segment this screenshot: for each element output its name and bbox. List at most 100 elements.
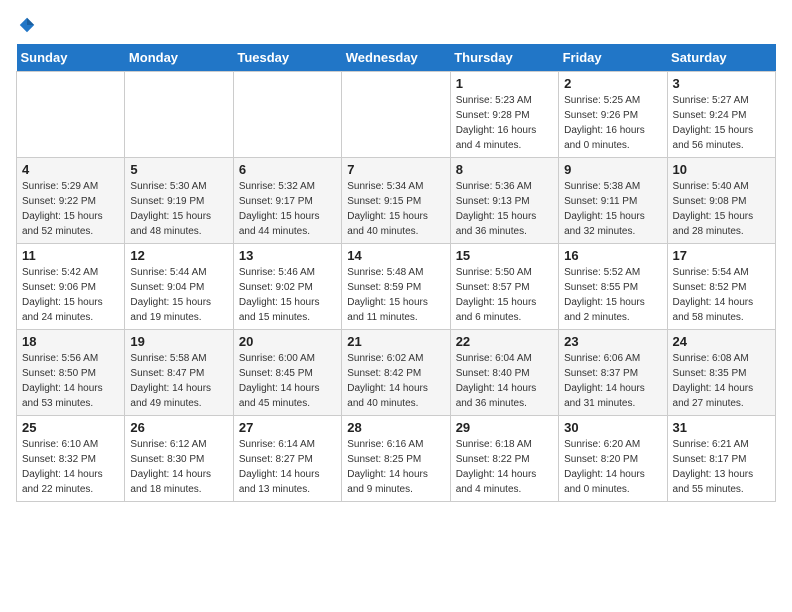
day-number: 26 [130,420,227,435]
day-info: Sunrise: 6:20 AMSunset: 8:20 PMDaylight:… [564,437,661,497]
calendar-cell: 13 Sunrise: 5:46 AMSunset: 9:02 PMDayligh… [233,244,341,330]
calendar-cell: 16Sunrise: 5:52 AMSunset: 8:55 PMDayligh… [559,244,667,330]
calendar-cell: 30Sunrise: 6:20 AMSunset: 8:20 PMDayligh… [559,416,667,502]
day-info: Sunrise: 5:50 AMSunset: 8:57 PMDaylight:… [456,265,553,325]
calendar-week-row: 25 Sunrise: 6:10 AMSunset: 8:32 PMDayligh… [17,416,776,502]
calendar-week-row: 18 Sunrise: 5:56 AMSunset: 8:50 PMDayligh… [17,330,776,416]
calendar-cell [342,72,450,158]
day-number: 2 [564,76,661,91]
day-header-saturday: Saturday [667,44,775,72]
day-info: Sunrise: 5:29 AMSunset: 9:22 PMDaylight:… [22,179,119,239]
day-number: 21 [347,334,444,349]
calendar-cell: 31Sunrise: 6:21 AMSunset: 8:17 PMDayligh… [667,416,775,502]
day-info: Sunrise: 5:46 AMSunset: 9:02 PMDaylight:… [239,265,336,325]
calendar-table: SundayMondayTuesdayWednesdayThursdayFrid… [16,44,776,502]
day-number: 25 [22,420,119,435]
day-info: Sunrise: 5:40 AMSunset: 9:08 PMDaylight:… [673,179,770,239]
calendar-cell: 14 Sunrise: 5:48 AMSunset: 8:59 PMDayligh… [342,244,450,330]
calendar-cell: 8 Sunrise: 5:36 AMSunset: 9:13 PMDaylight… [450,158,558,244]
day-info: Sunrise: 6:02 AMSunset: 8:42 PMDaylight:… [347,351,444,411]
calendar-cell: 27 Sunrise: 6:14 AMSunset: 8:27 PMDayligh… [233,416,341,502]
day-info: Sunrise: 5:56 AMSunset: 8:50 PMDaylight:… [22,351,119,411]
day-info: Sunrise: 5:34 AMSunset: 9:15 PMDaylight:… [347,179,444,239]
day-number: 9 [564,162,661,177]
day-header-friday: Friday [559,44,667,72]
calendar-cell: 4 Sunrise: 5:29 AMSunset: 9:22 PMDaylight… [17,158,125,244]
day-header-sunday: Sunday [17,44,125,72]
calendar-cell: 29 Sunrise: 6:18 AMSunset: 8:22 PMDayligh… [450,416,558,502]
day-info: Sunrise: 5:27 AMSunset: 9:24 PMDaylight:… [673,93,770,153]
calendar-cell: 18 Sunrise: 5:56 AMSunset: 8:50 PMDayligh… [17,330,125,416]
day-info: Sunrise: 5:23 AMSunset: 9:28 PMDaylight:… [456,93,553,153]
day-number: 7 [347,162,444,177]
day-info: Sunrise: 6:00 AMSunset: 8:45 PMDaylight:… [239,351,336,411]
day-info: Sunrise: 6:06 AMSunset: 8:37 PMDaylight:… [564,351,661,411]
day-number: 28 [347,420,444,435]
calendar-cell: 28Sunrise: 6:16 AMSunset: 8:25 PMDayligh… [342,416,450,502]
day-info: Sunrise: 6:12 AMSunset: 8:30 PMDaylight:… [130,437,227,497]
day-info: Sunrise: 5:36 AMSunset: 9:13 PMDaylight:… [456,179,553,239]
day-info: Sunrise: 5:54 AMSunset: 8:52 PMDaylight:… [673,265,770,325]
day-number: 27 [239,420,336,435]
day-number: 4 [22,162,119,177]
day-info: Sunrise: 5:58 AMSunset: 8:47 PMDaylight:… [130,351,227,411]
day-number: 12 [130,248,227,263]
day-number: 3 [673,76,770,91]
day-info: Sunrise: 5:38 AMSunset: 9:11 PMDaylight:… [564,179,661,239]
calendar-cell: 2Sunrise: 5:25 AMSunset: 9:26 PMDaylight… [559,72,667,158]
calendar-cell [233,72,341,158]
calendar-cell: 23 Sunrise: 6:06 AMSunset: 8:37 PMDayligh… [559,330,667,416]
day-number: 17 [673,248,770,263]
calendar-cell: 17 Sunrise: 5:54 AMSunset: 8:52 PMDayligh… [667,244,775,330]
day-number: 31 [673,420,770,435]
day-info: Sunrise: 6:14 AMSunset: 8:27 PMDaylight:… [239,437,336,497]
day-info: Sunrise: 6:10 AMSunset: 8:32 PMDaylight:… [22,437,119,497]
day-number: 15 [456,248,553,263]
day-info: Sunrise: 5:48 AMSunset: 8:59 PMDaylight:… [347,265,444,325]
day-number: 23 [564,334,661,349]
day-number: 24 [673,334,770,349]
calendar-cell: 6 Sunrise: 5:32 AMSunset: 9:17 PMDaylight… [233,158,341,244]
day-header-thursday: Thursday [450,44,558,72]
calendar-cell: 3 Sunrise: 5:27 AMSunset: 9:24 PMDaylight… [667,72,775,158]
calendar-cell: 10 Sunrise: 5:40 AMSunset: 9:08 PMDayligh… [667,158,775,244]
day-info: Sunrise: 5:32 AMSunset: 9:17 PMDaylight:… [239,179,336,239]
logo-icon [18,16,36,34]
calendar-cell: 21 Sunrise: 6:02 AMSunset: 8:42 PMDayligh… [342,330,450,416]
calendar-week-row: 1 Sunrise: 5:23 AMSunset: 9:28 PMDaylight… [17,72,776,158]
calendar-cell: 7 Sunrise: 5:34 AMSunset: 9:15 PMDaylight… [342,158,450,244]
calendar-header-row: SundayMondayTuesdayWednesdayThursdayFrid… [17,44,776,72]
calendar-cell: 9 Sunrise: 5:38 AMSunset: 9:11 PMDaylight… [559,158,667,244]
day-number: 5 [130,162,227,177]
calendar-cell [17,72,125,158]
calendar-cell: 5 Sunrise: 5:30 AMSunset: 9:19 PMDaylight… [125,158,233,244]
calendar-week-row: 4 Sunrise: 5:29 AMSunset: 9:22 PMDaylight… [17,158,776,244]
day-info: Sunrise: 5:44 AMSunset: 9:04 PMDaylight:… [130,265,227,325]
calendar-cell: 11Sunrise: 5:42 AMSunset: 9:06 PMDayligh… [17,244,125,330]
calendar-cell: 26 Sunrise: 6:12 AMSunset: 8:30 PMDayligh… [125,416,233,502]
day-number: 29 [456,420,553,435]
day-header-wednesday: Wednesday [342,44,450,72]
day-header-monday: Monday [125,44,233,72]
calendar-cell [125,72,233,158]
calendar-cell: 20Sunrise: 6:00 AMSunset: 8:45 PMDayligh… [233,330,341,416]
day-header-tuesday: Tuesday [233,44,341,72]
calendar-cell: 25 Sunrise: 6:10 AMSunset: 8:32 PMDayligh… [17,416,125,502]
calendar-cell: 24 Sunrise: 6:08 AMSunset: 8:35 PMDayligh… [667,330,775,416]
day-info: Sunrise: 5:42 AMSunset: 9:06 PMDaylight:… [22,265,119,325]
day-info: Sunrise: 6:08 AMSunset: 8:35 PMDaylight:… [673,351,770,411]
day-number: 6 [239,162,336,177]
day-info: Sunrise: 5:30 AMSunset: 9:19 PMDaylight:… [130,179,227,239]
day-number: 18 [22,334,119,349]
logo [16,16,36,34]
day-number: 22 [456,334,553,349]
day-number: 10 [673,162,770,177]
calendar-cell: 19Sunrise: 5:58 AMSunset: 8:47 PMDayligh… [125,330,233,416]
calendar-week-row: 11Sunrise: 5:42 AMSunset: 9:06 PMDayligh… [17,244,776,330]
day-info: Sunrise: 6:18 AMSunset: 8:22 PMDaylight:… [456,437,553,497]
day-number: 13 [239,248,336,263]
day-number: 16 [564,248,661,263]
day-number: 8 [456,162,553,177]
day-number: 1 [456,76,553,91]
day-number: 14 [347,248,444,263]
